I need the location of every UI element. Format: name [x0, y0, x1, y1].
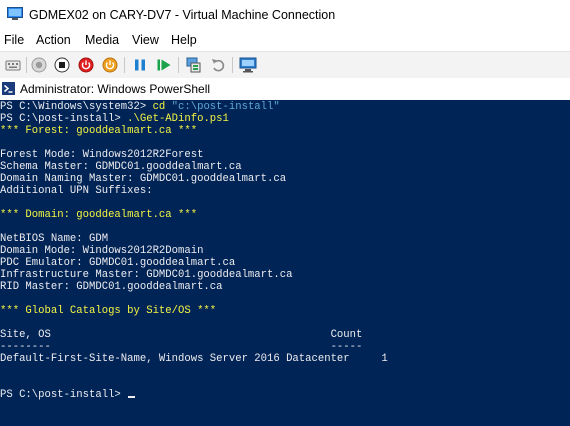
- save-icon: [102, 57, 118, 73]
- console-line: Infrastructure Master: GDMDC01.gooddealm…: [0, 269, 293, 281]
- powershell-icon: [2, 82, 15, 95]
- toolbar-separator: [232, 57, 233, 73]
- console-line: PS C:\Windows\system32> cd "c:\post-inst…: [0, 101, 280, 113]
- console-line: Site, OS Count: [0, 329, 363, 341]
- powershell-window-title: Administrator: Windows PowerShell: [20, 82, 211, 96]
- revert-icon: [212, 59, 225, 72]
- start-icon: [31, 57, 47, 73]
- console-line: Domain Naming Master: GDMDC01.gooddealma…: [0, 173, 287, 185]
- pause-icon: [135, 59, 145, 71]
- menu-help[interactable]: Help: [171, 33, 197, 47]
- ctrl-alt-del-button[interactable]: [3, 55, 23, 75]
- console-command: cd: [152, 101, 166, 113]
- turn-off-icon: [54, 57, 70, 73]
- console-line: *** Forest: gooddealmart.ca ***: [0, 125, 198, 137]
- menu-view[interactable]: View: [132, 33, 159, 47]
- turn-off-button[interactable]: [52, 55, 72, 75]
- checkpoint-button[interactable]: [184, 55, 204, 75]
- console-line: Forest Mode: Windows2012R2Forest: [0, 149, 204, 161]
- console-line: *** Domain: gooddealmart.ca ***: [0, 209, 198, 221]
- console-command: .\Get-ADinfo.ps1: [127, 113, 229, 125]
- shut-down-icon: [78, 57, 94, 73]
- console-line: Additional UPN Suffixes:: [0, 185, 153, 197]
- enhanced-session-icon: [239, 57, 257, 73]
- shut-down-button[interactable]: [76, 55, 96, 75]
- console-line: PDC Emulator: GDMDC01.gooddealmart.ca: [0, 257, 236, 269]
- save-button[interactable]: [100, 55, 120, 75]
- console-line: *** Global Catalogs by Site/OS ***: [0, 305, 217, 317]
- menu-media[interactable]: Media: [85, 33, 119, 47]
- window-title: GDMEX02 on CARY-DV7 - Virtual Machine Co…: [29, 8, 336, 22]
- title-bar: GDMEX02 on CARY-DV7 - Virtual Machine Co…: [0, 0, 570, 31]
- console-line: Default-First-Site-Name, Windows Server …: [0, 353, 388, 365]
- console-line: Domain Mode: Windows2012R2Domain: [0, 245, 204, 257]
- reset-icon: [157, 59, 171, 71]
- powershell-console[interactable]: PS C:\Windows\system32> cd "c:\post-inst…: [0, 100, 570, 426]
- console-command-argument: "c:\post-install": [165, 101, 280, 113]
- vm-connection-icon: [7, 7, 23, 20]
- menu-file[interactable]: File: [4, 33, 24, 47]
- console-prompt: PS C:\post-install>: [0, 389, 128, 401]
- console-prompt-line: PS C:\post-install>: [0, 389, 136, 401]
- reset-button[interactable]: [154, 55, 174, 75]
- console-line: PS C:\post-install> .\Get-ADinfo.ps1: [0, 113, 229, 125]
- revert-button[interactable]: [208, 55, 228, 75]
- console-line: Schema Master: GDMDC01.gooddealmart.ca: [0, 161, 242, 173]
- enhanced-session-button[interactable]: [238, 55, 258, 75]
- menu-action[interactable]: Action: [36, 33, 71, 47]
- menu-bar: File Action Media View Help: [0, 31, 570, 51]
- toolbar-separator: [178, 57, 179, 73]
- console-line: NetBIOS Name: GDM: [0, 233, 109, 245]
- text-cursor: [128, 396, 136, 398]
- pause-button[interactable]: [130, 55, 150, 75]
- ctrl-alt-del-icon: [5, 60, 21, 71]
- console-prompt: PS C:\Windows\system32>: [0, 101, 153, 113]
- console-line: RID Master: GDMDC01.gooddealmart.ca: [0, 281, 223, 293]
- toolbar: [0, 51, 570, 79]
- start-button[interactable]: [29, 55, 49, 75]
- console-prompt: PS C:\post-install>: [0, 113, 128, 125]
- toolbar-separator: [26, 57, 27, 73]
- console-line: -------- -----: [0, 341, 363, 353]
- toolbar-separator: [124, 57, 125, 73]
- inner-window-title-bar: Administrator: Windows PowerShell: [0, 78, 570, 100]
- checkpoint-icon: [186, 57, 201, 73]
